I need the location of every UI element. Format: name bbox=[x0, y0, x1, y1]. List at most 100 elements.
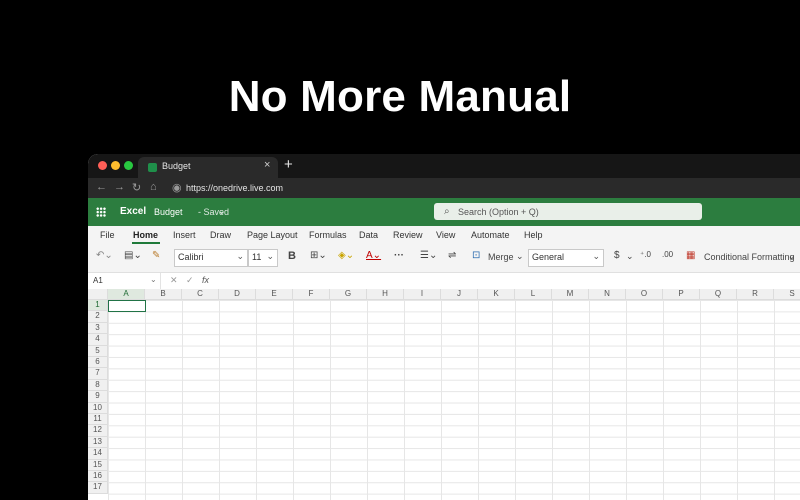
tab-view[interactable]: View bbox=[436, 230, 455, 240]
confirm-icon[interactable]: ✓ bbox=[186, 275, 194, 286]
tab-close-icon[interactable]: × bbox=[264, 159, 270, 171]
tab-insert[interactable]: Insert bbox=[173, 230, 196, 240]
column-header-r[interactable]: R bbox=[737, 289, 774, 300]
insert-function-icon[interactable]: fx bbox=[202, 275, 209, 285]
maximize-window-button[interactable] bbox=[124, 161, 133, 170]
formula-input[interactable] bbox=[216, 273, 800, 289]
select-all-corner[interactable] bbox=[88, 289, 108, 300]
chevron-down-icon[interactable]: ⌄ bbox=[516, 251, 524, 262]
font-color-icon[interactable]: A⌄ bbox=[366, 250, 381, 261]
home-icon[interactable]: ⌂ bbox=[150, 181, 157, 193]
search-input[interactable]: ⌕ Search (Option + Q) bbox=[434, 203, 702, 220]
close-window-button[interactable] bbox=[98, 161, 107, 170]
column-header-n[interactable]: N bbox=[589, 289, 626, 300]
column-header-i[interactable]: I bbox=[404, 289, 441, 300]
tab-formulas[interactable]: Formulas bbox=[309, 230, 347, 240]
merge-icon[interactable]: ⊡ bbox=[472, 250, 480, 261]
excel-header: Excel Budget - Saved ⌄ ⌕ Search (Option … bbox=[88, 198, 800, 226]
row-header-7[interactable]: 7 bbox=[88, 368, 108, 380]
column-header-q[interactable]: Q bbox=[700, 289, 737, 300]
tab-draw[interactable]: Draw bbox=[210, 230, 231, 240]
address-bar[interactable]: https://onedrive.live.com bbox=[186, 183, 283, 193]
cancel-icon[interactable]: ✕ bbox=[170, 275, 178, 286]
merge-button[interactable]: Merge bbox=[488, 252, 514, 262]
active-cell[interactable] bbox=[108, 300, 146, 312]
row-header-13[interactable]: 13 bbox=[88, 436, 108, 449]
row-header-1[interactable]: 1 bbox=[88, 300, 108, 312]
undo-icon[interactable]: ↶⌄ bbox=[96, 250, 113, 261]
chevron-down-icon: ⌄ bbox=[236, 251, 244, 261]
column-header-h[interactable]: H bbox=[367, 289, 404, 300]
column-header-o[interactable]: O bbox=[626, 289, 663, 300]
row-header-17[interactable]: 17 bbox=[88, 482, 108, 494]
app-name[interactable]: Excel bbox=[120, 206, 146, 217]
forward-icon[interactable]: → bbox=[114, 181, 125, 193]
column-header-b[interactable]: B bbox=[145, 289, 182, 300]
row-header-15[interactable]: 15 bbox=[88, 459, 108, 471]
more-options-icon[interactable]: ··· bbox=[394, 250, 404, 261]
decrease-decimal-icon[interactable]: .00 bbox=[662, 250, 673, 259]
document-name[interactable]: Budget bbox=[154, 207, 183, 217]
row-header-5[interactable]: 5 bbox=[88, 345, 108, 357]
new-tab-button[interactable]: + bbox=[284, 156, 293, 173]
column-header-p[interactable]: P bbox=[663, 289, 700, 300]
row-header-14[interactable]: 14 bbox=[88, 448, 108, 460]
row-header-6[interactable]: 6 bbox=[88, 357, 108, 369]
column-header-d[interactable]: D bbox=[219, 289, 256, 300]
column-header-e[interactable]: E bbox=[256, 289, 293, 300]
name-box[interactable]: A1 ⌄ bbox=[88, 273, 161, 289]
chevron-down-icon[interactable]: ⌄ bbox=[626, 251, 634, 262]
bold-button[interactable]: B bbox=[288, 250, 296, 262]
conditional-formatting-icon[interactable]: ▦ bbox=[686, 250, 695, 261]
tab-data[interactable]: Data bbox=[359, 230, 378, 240]
back-icon[interactable]: ← bbox=[96, 181, 107, 193]
align-icon[interactable]: ☰⌄ bbox=[420, 250, 437, 261]
column-header-s[interactable]: S bbox=[774, 289, 800, 300]
increase-decimal-icon[interactable]: ⁺.0 bbox=[640, 250, 651, 259]
row-header-9[interactable]: 9 bbox=[88, 391, 108, 403]
column-header-a[interactable]: A bbox=[108, 289, 145, 300]
row-header-10[interactable]: 10 bbox=[88, 402, 108, 414]
font-size-select[interactable]: 11 ⌄ bbox=[248, 249, 278, 267]
column-header-g[interactable]: G bbox=[330, 289, 367, 300]
row-header-11[interactable]: 11 bbox=[88, 414, 108, 426]
tab-file[interactable]: File bbox=[100, 230, 115, 240]
column-header-j[interactable]: J bbox=[441, 289, 478, 300]
column-header-c[interactable]: C bbox=[182, 289, 219, 300]
minimize-window-button[interactable] bbox=[111, 161, 120, 170]
conditional-formatting-button[interactable]: Conditional Formatting bbox=[704, 252, 795, 262]
column-header-k[interactable]: K bbox=[478, 289, 515, 300]
chevron-down-icon[interactable]: ⌄ bbox=[150, 275, 157, 284]
tab-help[interactable]: Help bbox=[524, 230, 543, 240]
column-header-l[interactable]: L bbox=[515, 289, 552, 300]
tab-automate[interactable]: Automate bbox=[471, 230, 510, 240]
cell-area[interactable] bbox=[108, 300, 800, 500]
reload-icon[interactable]: ↻ bbox=[132, 181, 141, 194]
clipboard-icon[interactable]: ▤⌄ bbox=[124, 250, 142, 261]
font-name-select[interactable]: Calibri ⌄ bbox=[174, 249, 248, 267]
borders-icon[interactable]: ⊞⌄ bbox=[310, 250, 327, 261]
app-launcher-icon[interactable] bbox=[96, 207, 106, 217]
chevron-down-icon[interactable]: ⌄ bbox=[788, 251, 796, 262]
column-header-f[interactable]: F bbox=[293, 289, 330, 300]
tab-review[interactable]: Review bbox=[393, 230, 423, 240]
chevron-down-icon[interactable]: ⌄ bbox=[218, 206, 226, 217]
row-header-2[interactable]: 2 bbox=[88, 311, 108, 323]
site-info-icon[interactable]: ◉ bbox=[172, 181, 182, 194]
tab-page-layout[interactable]: Page Layout bbox=[247, 230, 298, 240]
wrap-text-icon[interactable]: ⇌ bbox=[448, 250, 456, 261]
row-header-8[interactable]: 8 bbox=[88, 379, 108, 392]
number-format-select[interactable]: General ⌄ bbox=[528, 249, 604, 267]
row-header-16[interactable]: 16 bbox=[88, 471, 108, 483]
row-header-4[interactable]: 4 bbox=[88, 334, 108, 346]
row-header-3[interactable]: 3 bbox=[88, 322, 108, 335]
chevron-down-icon: ⌄ bbox=[266, 251, 274, 261]
currency-button[interactable]: $ bbox=[614, 250, 620, 261]
column-header-m[interactable]: M bbox=[552, 289, 589, 300]
browser-titlebar: Budget × + bbox=[88, 154, 800, 178]
format-painter-icon[interactable]: ✎ bbox=[152, 250, 160, 261]
tab-home[interactable]: Home bbox=[133, 230, 158, 240]
row-header-12[interactable]: 12 bbox=[88, 425, 108, 437]
browser-tab[interactable]: Budget × bbox=[138, 157, 278, 178]
fill-color-icon[interactable]: ◈⌄ bbox=[338, 250, 354, 261]
